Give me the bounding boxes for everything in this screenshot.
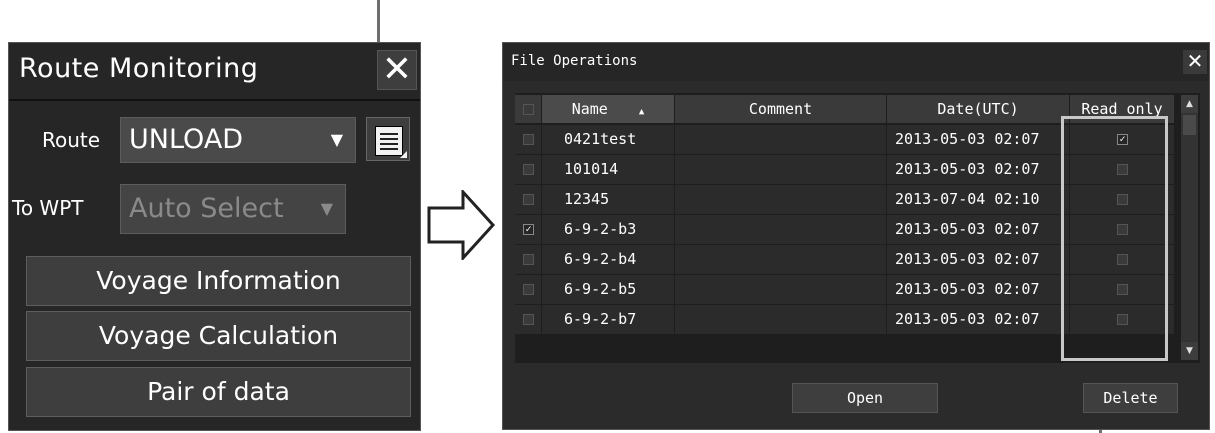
row-select-cell[interactable]: [515, 185, 542, 214]
file-date-cell: 2013-07-04 02:10: [887, 185, 1070, 214]
row-select-checkbox[interactable]: [523, 194, 534, 205]
open-button[interactable]: Open: [792, 383, 938, 413]
delete-button[interactable]: Delete: [1083, 383, 1178, 413]
route-list-button[interactable]: [366, 117, 410, 161]
file-name-cell: 6-9-2-b4: [542, 245, 675, 274]
file-date-cell: 2013-05-03 02:07: [887, 125, 1070, 154]
sort-ascending-icon: ▲: [638, 107, 645, 117]
vertical-scrollbar[interactable]: ▲ ▼: [1181, 95, 1198, 360]
file-name-cell: 6-9-2-b5: [542, 275, 675, 304]
scroll-up-icon[interactable]: ▲: [1181, 95, 1198, 113]
file-date-cell: 2013-05-03 02:07: [887, 275, 1070, 304]
select-all-header[interactable]: [515, 95, 542, 123]
close-icon[interactable]: ✕: [377, 50, 417, 90]
corner-marker-icon: [400, 151, 407, 158]
row-select-checkbox[interactable]: [523, 254, 534, 265]
voyage-information-button[interactable]: Voyage Information: [26, 256, 411, 306]
file-date-cell: 2013-05-03 02:07: [887, 155, 1070, 184]
file-name-cell: 101014: [542, 155, 675, 184]
file-comment-cell: [675, 275, 887, 304]
chevron-down-icon: ▼: [330, 130, 343, 149]
route-select-value: UNLOAD: [129, 124, 244, 155]
row-select-checkbox[interactable]: [523, 314, 534, 325]
route-monitoring-panel: Route Monitoring ✕ Route UNLOAD ▼ To WPT…: [8, 42, 421, 431]
dialog-title: File Operations: [511, 53, 638, 69]
row-select-cell[interactable]: [515, 245, 542, 274]
file-comment-cell: [675, 305, 887, 334]
list-icon: [375, 126, 403, 156]
column-header-comment[interactable]: Comment: [675, 95, 887, 123]
row-select-cell[interactable]: [515, 305, 542, 334]
row-select-cell[interactable]: [515, 125, 542, 154]
file-comment-cell: [675, 185, 887, 214]
file-comment-cell: [675, 155, 887, 184]
row-select-cell[interactable]: [515, 275, 542, 304]
file-name-cell: 6-9-2-b7: [542, 305, 675, 334]
row-select-cell[interactable]: [515, 155, 542, 184]
file-name-cell: 12345: [542, 185, 675, 214]
row-select-checkbox[interactable]: [523, 134, 534, 145]
scroll-down-icon[interactable]: ▼: [1181, 342, 1198, 360]
row-select-checkbox[interactable]: ✓: [523, 224, 534, 235]
dialog-titlebar: File Operations ✕: [503, 43, 1209, 81]
file-date-cell: 2013-05-03 02:07: [887, 245, 1070, 274]
transition-arrow-icon: [427, 190, 496, 260]
file-comment-cell: [675, 125, 887, 154]
file-name-cell: 6-9-2-b3: [542, 215, 675, 244]
read-only-highlight: [1061, 116, 1168, 361]
file-name-cell: 0421test: [542, 125, 675, 154]
row-select-checkbox[interactable]: [523, 164, 534, 175]
file-date-cell: 2013-05-03 02:07: [887, 215, 1070, 244]
file-date-cell: 2013-05-03 02:07: [887, 305, 1070, 334]
to-wpt-select-value: Auto Select: [129, 193, 284, 224]
pair-of-data-button[interactable]: Pair of data: [26, 367, 411, 417]
chevron-down-icon: ▼: [320, 199, 333, 218]
select-all-checkbox[interactable]: [523, 104, 534, 115]
route-label: Route: [42, 128, 101, 152]
close-icon[interactable]: ✕: [1183, 50, 1207, 74]
voyage-calculation-button[interactable]: Voyage Calculation: [26, 311, 411, 361]
column-header-name[interactable]: Name ▲: [542, 95, 675, 123]
column-header-date[interactable]: Date(UTC): [887, 95, 1070, 123]
to-wpt-select[interactable]: Auto Select ▼: [120, 184, 346, 234]
route-monitoring-title: Route Monitoring: [19, 53, 259, 84]
row-select-cell[interactable]: ✓: [515, 215, 542, 244]
file-comment-cell: [675, 245, 887, 274]
title-divider: [9, 99, 420, 101]
row-select-checkbox[interactable]: [523, 284, 534, 295]
to-wpt-label: To WPT: [12, 196, 84, 220]
file-comment-cell: [675, 215, 887, 244]
scrollbar-thumb[interactable]: [1183, 115, 1196, 135]
route-select[interactable]: UNLOAD ▼: [120, 117, 356, 163]
